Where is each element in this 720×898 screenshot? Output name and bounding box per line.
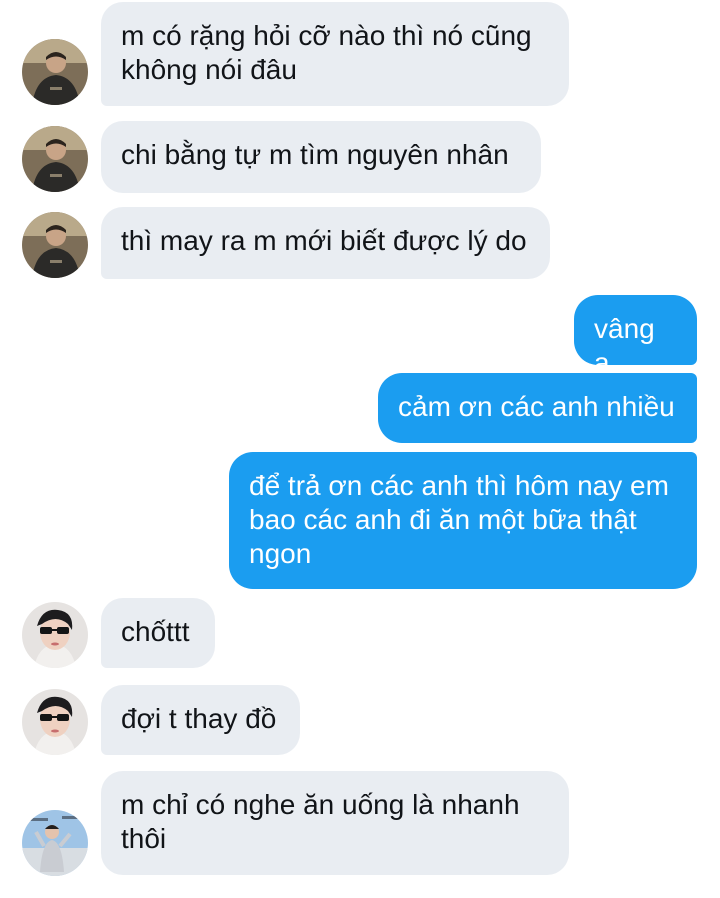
chat-thread: m có rặng hỏi cỡ nào thì nó cũng không n…: [0, 0, 720, 898]
message-text: đợi t thay đồ: [121, 703, 277, 734]
message-bubble-incoming[interactable]: chốttt: [101, 598, 215, 668]
message-text: vâng ạ: [594, 313, 655, 378]
message-bubble-incoming[interactable]: m có rặng hỏi cỡ nào thì nó cũng không n…: [101, 2, 569, 106]
message-text: chi bằng tự m tìm nguyên nhân: [121, 139, 509, 170]
message-bubble-incoming[interactable]: chi bằng tự m tìm nguyên nhân: [101, 121, 541, 193]
message-bubble-incoming[interactable]: m chỉ có nghe ăn uống là nhanh thôi: [101, 771, 569, 875]
avatar-man-dark-shirt-icon: [22, 212, 88, 278]
avatar-man-outdoor-icon: [22, 810, 88, 876]
avatar-man-dark-shirt-icon: [22, 126, 88, 192]
message-bubble-incoming[interactable]: thì may ra m mới biết được lý do: [101, 207, 550, 279]
message-bubble-outgoing[interactable]: để trả ơn các anh thì hôm nay em bao các…: [229, 452, 697, 589]
message-text: để trả ơn các anh thì hôm nay em bao các…: [249, 470, 669, 569]
message-text: thì may ra m mới biết được lý do: [121, 225, 527, 256]
avatar-man-sunglasses-icon: [22, 602, 88, 668]
message-bubble-outgoing[interactable]: vâng ạ: [574, 295, 697, 378]
message-text: cảm ơn các anh nhiều: [398, 391, 675, 422]
message-text: m có rặng hỏi cỡ nào thì nó cũng không n…: [121, 20, 532, 85]
avatar[interactable]: [22, 602, 88, 668]
avatar[interactable]: [22, 126, 88, 192]
message-bubble-incoming[interactable]: đợi t thay đồ: [101, 685, 300, 755]
message-text: chốttt: [121, 616, 190, 647]
avatar[interactable]: [22, 39, 88, 105]
avatar[interactable]: [22, 212, 88, 278]
message-bubble-outgoing[interactable]: cảm ơn các anh nhiều: [378, 373, 697, 443]
avatar-man-dark-shirt-icon: [22, 39, 88, 105]
avatar[interactable]: [22, 810, 88, 876]
avatar[interactable]: [22, 689, 88, 755]
avatar-man-sunglasses-icon: [22, 689, 88, 755]
message-text: m chỉ có nghe ăn uống là nhanh thôi: [121, 789, 520, 854]
